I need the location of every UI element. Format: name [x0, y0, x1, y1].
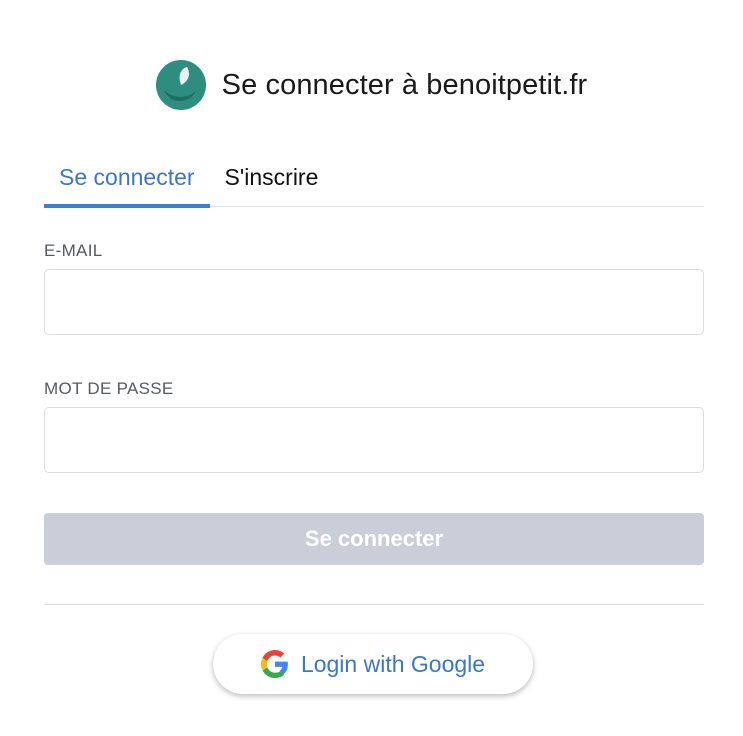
- password-label: MOT DE PASSE: [44, 379, 174, 398]
- header: Se connecter à benoitpetit.fr: [0, 58, 743, 112]
- sign-in-button[interactable]: Se connecter: [44, 513, 704, 565]
- auth-tabs: Se connecter S'inscrire: [44, 156, 704, 208]
- leaf-logo-icon: [155, 60, 206, 110]
- login-card: Se connecter à benoitpetit.fr Se connect…: [0, 0, 743, 736]
- google-login-label: Login with Google: [300, 650, 486, 677]
- password-field[interactable]: [44, 407, 704, 473]
- divider: [44, 604, 704, 605]
- google-login-button[interactable]: Login with Google: [213, 634, 533, 694]
- tab-sign-in[interactable]: Se connecter: [44, 156, 210, 208]
- google-g-icon: [260, 650, 289, 678]
- email-field[interactable]: [44, 269, 704, 335]
- tab-sign-up[interactable]: S'inscrire: [210, 156, 334, 206]
- email-label: E-MAIL: [44, 241, 103, 260]
- page-title: Se connecter à benoitpetit.fr: [221, 68, 588, 101]
